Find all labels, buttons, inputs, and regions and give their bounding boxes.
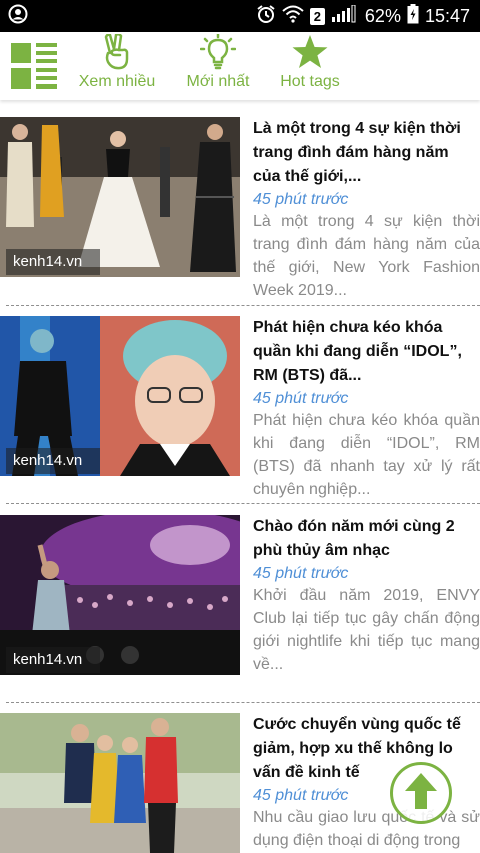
battery-charging-icon bbox=[407, 3, 419, 29]
divider bbox=[6, 702, 480, 703]
wifi-icon bbox=[282, 5, 304, 28]
top-nav: Xem nhiều Mới nhất Hot tags bbox=[0, 32, 480, 100]
article-card[interactable]: kenh14.vn Phát hiện chưa kéo khóa quần k… bbox=[0, 316, 480, 498]
article-thumbnail[interactable]: kenh14.vn bbox=[0, 515, 240, 675]
status-bar: 2 62% 15:47 bbox=[0, 0, 480, 32]
article-desc: Nhu cầu giao lưu quốc tế và sử dụng điện… bbox=[253, 809, 480, 849]
clock: 15:47 bbox=[424, 5, 470, 26]
sim-badge: 2 bbox=[309, 7, 325, 25]
nav-moi-nhat[interactable]: Mới nhất bbox=[173, 34, 263, 91]
nav-xem-nhieu[interactable]: Xem nhiều bbox=[72, 34, 162, 91]
article-thumbnail[interactable] bbox=[0, 713, 240, 853]
arrow-up-icon bbox=[403, 771, 439, 816]
account-circle-icon bbox=[8, 4, 28, 29]
article-desc: Là một trong 4 sự kiện thời trang đình đ… bbox=[253, 213, 480, 299]
article-time: 45 phút trước bbox=[253, 390, 349, 407]
divider bbox=[6, 503, 480, 504]
lightbulb-icon bbox=[173, 34, 263, 70]
star-icon bbox=[265, 34, 355, 70]
alarm-icon bbox=[256, 4, 276, 29]
nav-label: Mới nhất bbox=[186, 73, 250, 90]
article-thumbnail[interactable]: kenh14.vn bbox=[0, 316, 240, 476]
article-title[interactable]: Phát hiện chưa kéo khóa quần khi đang di… bbox=[253, 316, 480, 388]
divider bbox=[6, 305, 480, 306]
article-title[interactable]: Chào đón năm mới cùng 2 phù thủy âm nhạc bbox=[253, 515, 480, 563]
battery-percent: 62% bbox=[364, 5, 401, 26]
peace-hand-icon bbox=[72, 34, 162, 70]
article-time: 45 phút trước bbox=[253, 565, 349, 582]
article-thumbnail[interactable]: kenh14.vn bbox=[0, 117, 240, 277]
scroll-to-top-button[interactable] bbox=[390, 762, 452, 824]
article-time: 45 phút trước bbox=[253, 191, 349, 208]
article-desc: Phát hiện chưa kéo khóa quần khi đang di… bbox=[253, 412, 480, 498]
article-title[interactable]: Là một trong 4 sự kiện thời trang đình đ… bbox=[253, 117, 480, 189]
signal-icon bbox=[331, 4, 359, 28]
nav-hot-tags[interactable]: Hot tags bbox=[265, 34, 355, 91]
article-card[interactable]: kenh14.vn Chào đón năm mới cùng 2 phù th… bbox=[0, 515, 480, 680]
article-card[interactable]: kenh14.vn Là một trong 4 sự kiện thời tr… bbox=[0, 117, 480, 299]
source-label: kenh14.vn bbox=[6, 448, 100, 474]
article-desc: Khởi đầu năm 2019, ENVY Club lại tiếp tụ… bbox=[253, 587, 480, 673]
source-label: kenh14.vn bbox=[6, 249, 100, 275]
nav-label: Hot tags bbox=[280, 73, 340, 90]
source-label: kenh14.vn bbox=[6, 647, 100, 673]
nav-label: Xem nhiều bbox=[78, 73, 156, 90]
grid-menu-icon[interactable] bbox=[11, 43, 57, 89]
